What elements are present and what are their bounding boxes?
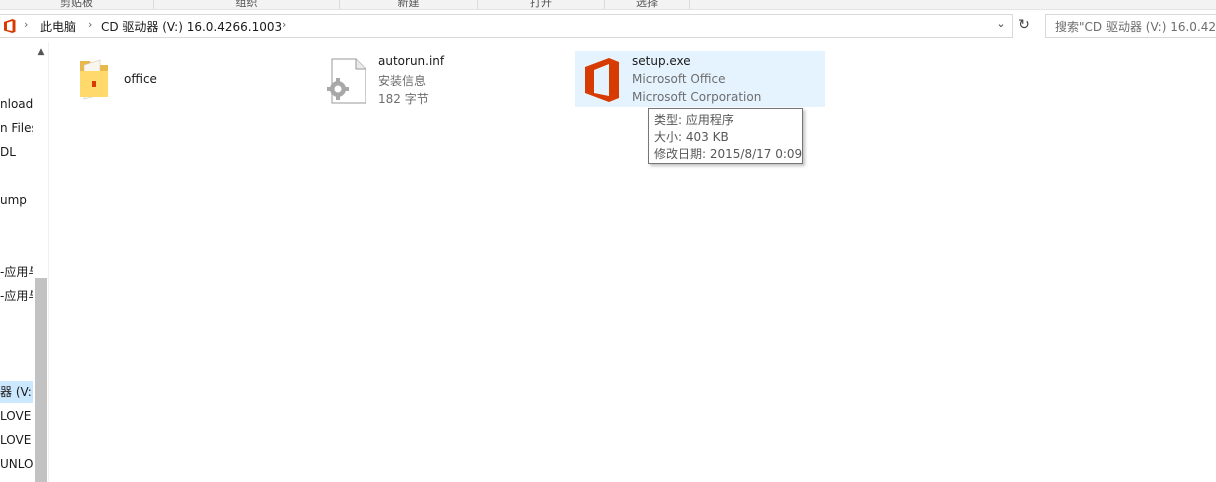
settings-file-icon (327, 58, 366, 104)
file-item-autorun[interactable]: autorun.inf 安装信息 182 字节 (322, 51, 562, 107)
file-name: autorun.inf (378, 54, 445, 68)
ribbon-group-open[interactable]: 打开 (478, 0, 605, 9)
nav-item-label: LOVE (0, 433, 32, 447)
file-item-setup[interactable]: setup.exe Microsoft Office Microsoft Cor… (575, 51, 825, 107)
refresh-icon[interactable]: ↻ (1013, 14, 1035, 36)
file-tooltip: 类型: 应用程序 大小: 403 KB 修改日期: 2015/8/17 0:09 (648, 108, 803, 164)
nav-item[interactable]: ump (0, 189, 27, 211)
nav-item-label: nload (0, 97, 34, 111)
breadcrumb-cd-drive[interactable]: CD 驱动器 (V:) 16.0.4266.1003 (101, 18, 282, 35)
ribbon-group-new[interactable]: 新建 (340, 0, 478, 9)
nav-item[interactable]: LOVE (0, 429, 31, 451)
ribbon-group-select[interactable]: 选择 (605, 0, 690, 9)
tooltip-size: 大小: 403 KB (654, 130, 729, 144)
ribbon-group-label: 新建 (397, 0, 420, 9)
nav-item[interactable]: LOVE (0, 405, 31, 427)
ribbon-group-label: 打开 (530, 0, 552, 9)
nav-item-label: DL (0, 145, 16, 159)
ribbon-group-label: 组织 (235, 0, 258, 9)
file-size: 182 字节 (378, 92, 429, 106)
ribbon-group-label: 剪贴板 (60, 0, 93, 9)
scrollbar-thumb[interactable] (35, 278, 47, 482)
nav-item[interactable]: DL (0, 141, 16, 163)
address-row: › 此电脑 › CD 驱动器 (V:) 16.0.4266.1003 › ⌄ ↻… (0, 10, 1216, 42)
file-company: Microsoft Corporation (632, 90, 762, 104)
scroll-up-icon[interactable]: ▲ (35, 46, 47, 58)
chevron-right-icon[interactable]: › (282, 18, 286, 31)
breadcrumb-this-pc[interactable]: 此电脑 (40, 18, 76, 35)
nav-item-label: LOVE (0, 409, 32, 423)
tooltip-modified: 修改日期: 2015/8/17 0:09 (654, 147, 803, 161)
chevron-right-icon[interactable]: › (88, 18, 92, 31)
file-name: setup.exe (632, 54, 691, 68)
search-placeholder: 搜索"CD 驱动器 (V:) 16.0.42... (1055, 20, 1216, 34)
nav-item-label: 器 (V:) (0, 385, 37, 399)
office-logo-icon (4, 19, 16, 33)
ribbon-group-organize[interactable]: 组织 (154, 0, 340, 9)
nav-item-label: ump (0, 193, 27, 207)
ribbon-group-label: 选择 (636, 0, 658, 9)
file-description: Microsoft Office (632, 72, 726, 86)
nav-item-cd-drive[interactable]: 器 (V:) (0, 381, 37, 403)
office-logo-icon (585, 58, 619, 102)
navigation-pane: nload n Files DL ump -应用与 -应用与 器 (V:) LO… (0, 42, 49, 482)
file-type: 安装信息 (378, 74, 427, 88)
chevron-down-icon[interactable]: ⌄ (993, 17, 1009, 35)
search-input[interactable]: 搜索"CD 驱动器 (V:) 16.0.42... (1045, 14, 1216, 38)
nav-item[interactable]: nload (0, 93, 33, 115)
ribbon-group-clipboard[interactable]: 剪贴板 (0, 0, 154, 9)
file-item-office[interactable]: office (73, 51, 253, 107)
chevron-right-icon[interactable]: › (24, 18, 28, 31)
file-name: office (124, 72, 157, 86)
ribbon-strip: 剪贴板 组织 新建 打开 选择 (0, 0, 1216, 10)
tooltip-type: 类型: 应用程序 (654, 113, 734, 127)
folder-icon (80, 59, 108, 100)
address-bar[interactable]: › 此电脑 › CD 驱动器 (V:) 16.0.4266.1003 › ⌄ (0, 14, 1013, 38)
